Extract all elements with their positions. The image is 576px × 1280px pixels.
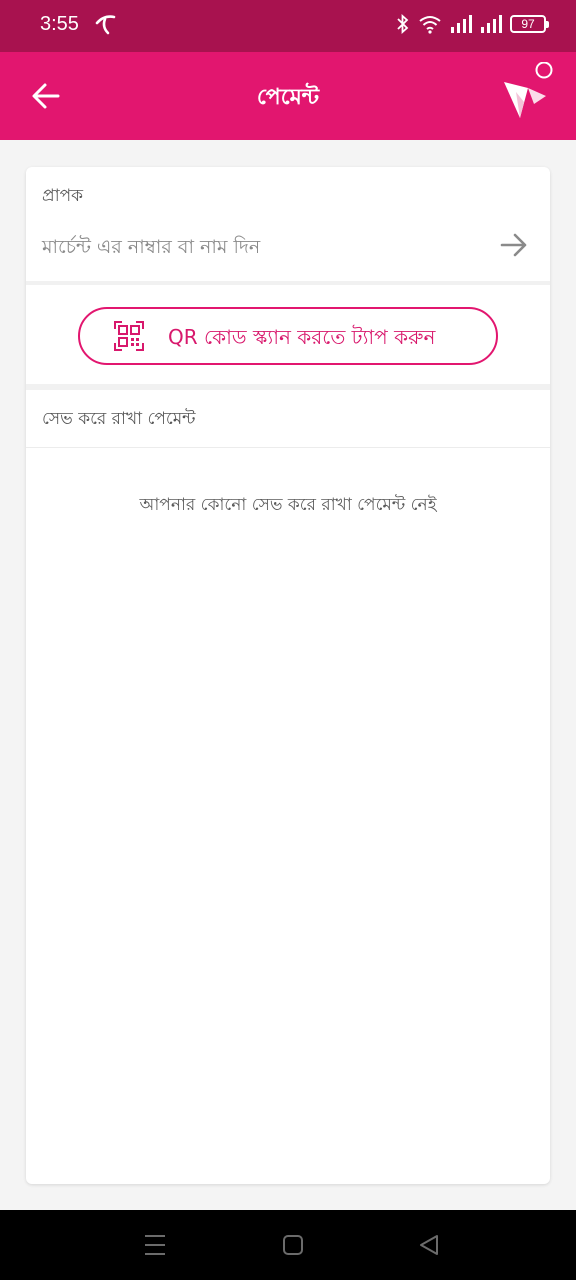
saved-payments-header: সেভ করে রাখা পেমেন্ট [26, 390, 550, 448]
recipient-input[interactable]: মার্চেন্ট এর নাম্বার বা নাম দিন [26, 223, 550, 271]
qr-code-icon [114, 321, 144, 351]
system-nav-bar [0, 1210, 576, 1280]
signal-icon [451, 15, 472, 33]
qr-scan-label: QR কোড স্ক্যান করতে ট্যাপ করুন [168, 325, 436, 349]
signal-icon [481, 15, 502, 33]
app-bar: পেমেন্ট [0, 52, 576, 140]
page-title: পেমেন্ট [256, 85, 320, 110]
recipient-section: প্রাপক মার্চেন্ট এর নাম্বার বা নাম দিন [26, 167, 550, 285]
arrow-right-icon[interactable] [498, 229, 530, 261]
recipient-placeholder: মার্চেন্ট এর নাম্বার বা নাম দিন [42, 236, 261, 258]
status-bar: 3:55 97 [0, 0, 576, 52]
qr-section: QR কোড স্ক্যান করতে ট্যাপ করুন [26, 289, 550, 384]
battery-level: 97 [521, 17, 535, 31]
status-icons: 97 [396, 14, 549, 34]
payment-card: প্রাপক মার্চেন্ট এর নাম্বার বা নাম দিন Q… [26, 167, 550, 1184]
status-time: 3:55 [40, 13, 79, 35]
menu-icon[interactable] [140, 1232, 170, 1258]
bird-logo [504, 62, 553, 118]
wifi-icon [419, 16, 441, 34]
recipient-label: প্রাপক [42, 186, 84, 206]
qr-scan-button[interactable]: QR কোড স্ক্যান করতে ট্যাপ করুন [78, 307, 498, 365]
bluetooth-icon [397, 14, 409, 34]
carrier-icon [95, 15, 116, 35]
empty-state-message: আপনার কোনো সেভ করে রাখা পেমেন্ট নেই [139, 495, 437, 515]
home-icon[interactable] [280, 1232, 306, 1258]
back-triangle-icon[interactable] [416, 1232, 442, 1258]
battery-icon: 97 [510, 15, 549, 33]
saved-payments-title: সেভ করে রাখা পেমেন্ট [42, 409, 196, 429]
